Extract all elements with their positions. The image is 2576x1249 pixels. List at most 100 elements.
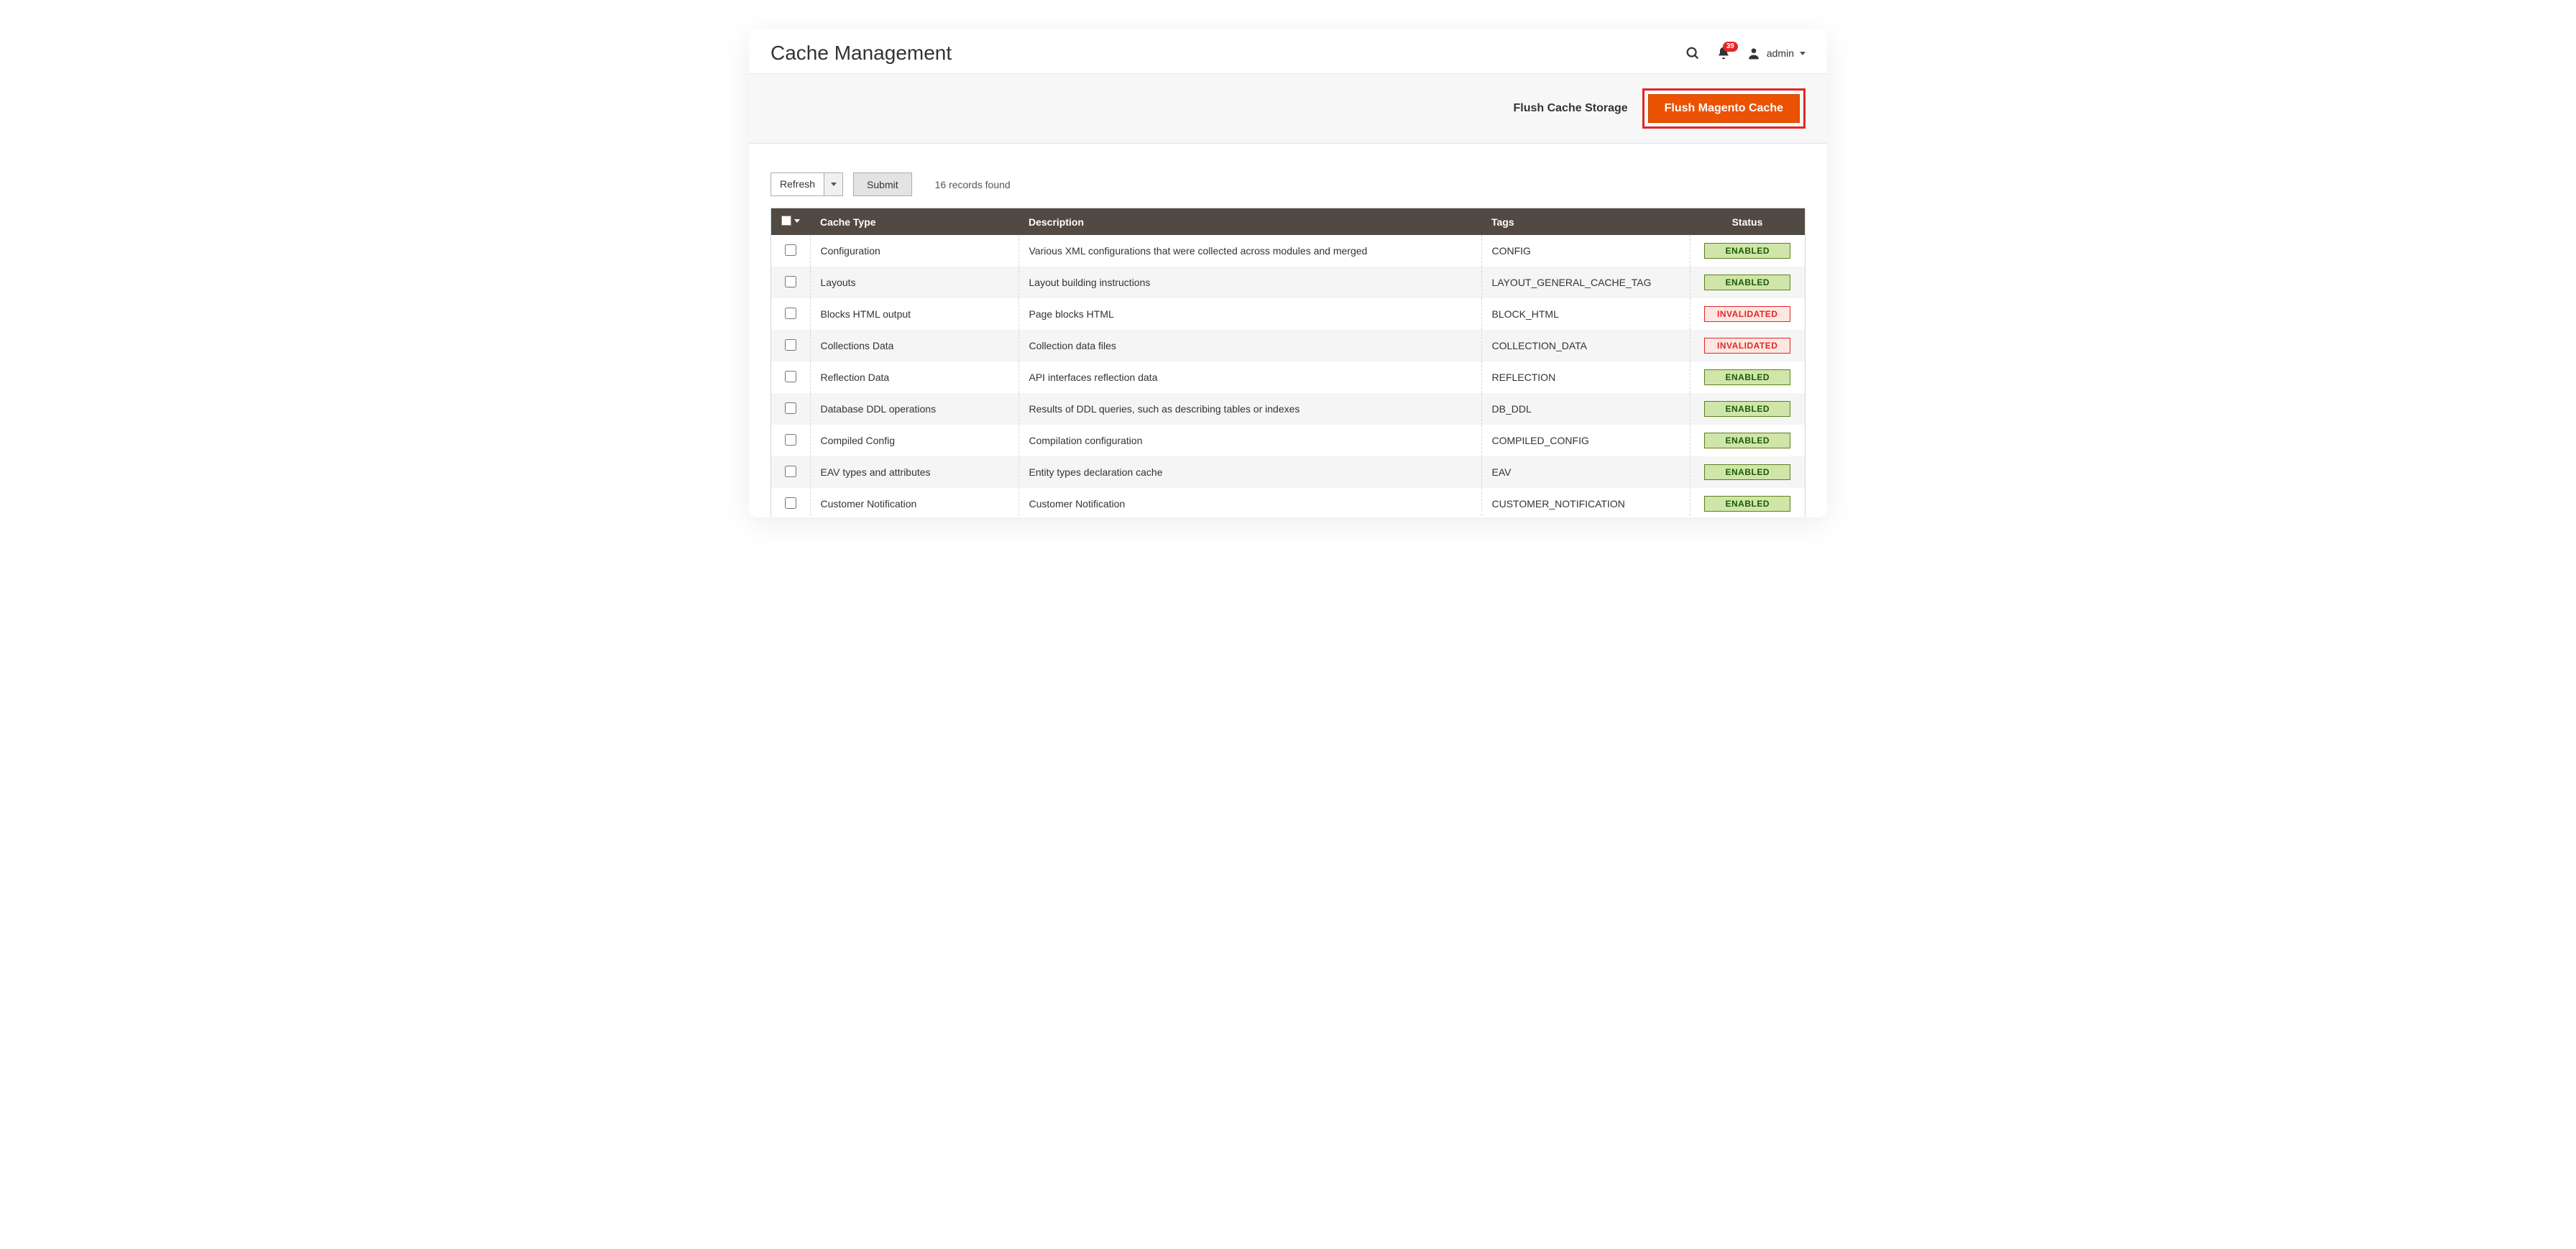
cell-cache-type: Reflection Data — [810, 361, 1018, 393]
cell-cache-type: Configuration — [810, 235, 1018, 267]
cell-tags: EAV — [1481, 456, 1690, 488]
cell-cache-type: EAV types and attributes — [810, 456, 1018, 488]
row-checkbox[interactable] — [785, 434, 796, 446]
row-checkbox-cell — [771, 425, 810, 456]
table-row: Compiled ConfigCompilation configuration… — [771, 425, 1805, 456]
cell-description: Entity types declaration cache — [1018, 456, 1481, 488]
header-cache-type[interactable]: Cache Type — [810, 208, 1018, 235]
checkbox-icon — [781, 216, 791, 226]
row-checkbox[interactable] — [785, 466, 796, 477]
row-checkbox[interactable] — [785, 308, 796, 319]
cell-cache-type: Layouts — [810, 267, 1018, 298]
cell-status: ENABLED — [1690, 361, 1805, 393]
cell-tags: COLLECTION_DATA — [1481, 330, 1690, 361]
cell-description: Various XML configurations that were col… — [1018, 235, 1481, 267]
page-header: Cache Management 39 adm — [749, 29, 1827, 73]
mass-action-select[interactable]: Refresh — [770, 172, 843, 196]
status-badge: ENABLED — [1704, 433, 1790, 448]
table-row: Customer NotificationCustomer Notificati… — [771, 488, 1805, 517]
chevron-down-icon[interactable] — [824, 173, 842, 195]
status-badge: ENABLED — [1704, 243, 1790, 259]
cell-tags: CONFIG — [1481, 235, 1690, 267]
row-checkbox-cell — [771, 361, 810, 393]
page-title: Cache Management — [770, 42, 952, 65]
status-badge: ENABLED — [1704, 401, 1790, 417]
table-row: Database DDL operationsResults of DDL qu… — [771, 393, 1805, 425]
chevron-down-icon — [1800, 52, 1806, 55]
cell-tags: BLOCK_HTML — [1481, 298, 1690, 330]
header-actions: 39 admin — [1685, 45, 1806, 61]
cell-status: INVALIDATED — [1690, 298, 1805, 330]
table-row: LayoutsLayout building instructionsLAYOU… — [771, 267, 1805, 298]
row-checkbox[interactable] — [785, 339, 796, 351]
row-checkbox-cell — [771, 488, 810, 517]
row-checkbox[interactable] — [785, 402, 796, 414]
header-select-all[interactable] — [771, 208, 810, 235]
user-icon — [1747, 46, 1761, 60]
cell-tags: LAYOUT_GENERAL_CACHE_TAG — [1481, 267, 1690, 298]
cell-cache-type: Blocks HTML output — [810, 298, 1018, 330]
row-checkbox-cell — [771, 330, 810, 361]
cell-status: ENABLED — [1690, 267, 1805, 298]
status-badge: INVALIDATED — [1704, 338, 1790, 354]
table-row: Blocks HTML outputPage blocks HTMLBLOCK_… — [771, 298, 1805, 330]
flush-magento-cache-button[interactable]: Flush Magento Cache — [1648, 94, 1800, 123]
header-description[interactable]: Description — [1018, 208, 1481, 235]
status-badge: ENABLED — [1704, 464, 1790, 480]
notification-count-badge: 39 — [1723, 42, 1738, 52]
submit-button[interactable]: Submit — [853, 172, 912, 196]
header-status[interactable]: Status — [1690, 208, 1805, 235]
row-checkbox-cell — [771, 267, 810, 298]
cell-cache-type: Compiled Config — [810, 425, 1018, 456]
row-checkbox[interactable] — [785, 244, 796, 256]
notifications-icon[interactable]: 39 — [1716, 46, 1731, 60]
cell-description: Compilation configuration — [1018, 425, 1481, 456]
status-badge: ENABLED — [1704, 496, 1790, 512]
cell-description: Layout building instructions — [1018, 267, 1481, 298]
cell-status: INVALIDATED — [1690, 330, 1805, 361]
row-checkbox-cell — [771, 393, 810, 425]
flush-cache-storage-button[interactable]: Flush Cache Storage — [1513, 102, 1627, 115]
admin-username: admin — [1767, 47, 1794, 59]
row-checkbox[interactable] — [785, 371, 796, 382]
records-found-label: 16 records found — [935, 179, 1011, 190]
cell-tags: DB_DDL — [1481, 393, 1690, 425]
status-badge: ENABLED — [1704, 275, 1790, 290]
action-bar: Flush Cache Storage Flush Magento Cache — [749, 73, 1827, 144]
flush-magento-cache-highlight: Flush Magento Cache — [1642, 88, 1806, 129]
row-checkbox-cell — [771, 456, 810, 488]
cell-status: ENABLED — [1690, 393, 1805, 425]
chevron-down-icon — [794, 219, 800, 223]
cell-cache-type: Database DDL operations — [810, 393, 1018, 425]
cell-description: Customer Notification — [1018, 488, 1481, 517]
cell-cache-type: Collections Data — [810, 330, 1018, 361]
cell-tags: CUSTOMER_NOTIFICATION — [1481, 488, 1690, 517]
table-row: Collections DataCollection data filesCOL… — [771, 330, 1805, 361]
status-badge: ENABLED — [1704, 369, 1790, 385]
cache-grid: Cache Type Description Tags Status Confi… — [770, 208, 1806, 517]
cell-tags: COMPILED_CONFIG — [1481, 425, 1690, 456]
cell-description: API interfaces reflection data — [1018, 361, 1481, 393]
cell-status: ENABLED — [1690, 488, 1805, 517]
grid-toolbar: Refresh Submit 16 records found — [749, 144, 1827, 208]
mass-action-selected-label: Refresh — [771, 173, 824, 195]
header-tags[interactable]: Tags — [1481, 208, 1690, 235]
row-checkbox-cell — [771, 235, 810, 267]
cell-status: ENABLED — [1690, 425, 1805, 456]
row-checkbox[interactable] — [785, 276, 796, 287]
table-row: Reflection DataAPI interfaces reflection… — [771, 361, 1805, 393]
cell-cache-type: Customer Notification — [810, 488, 1018, 517]
cell-description: Results of DDL queries, such as describi… — [1018, 393, 1481, 425]
status-badge: INVALIDATED — [1704, 306, 1790, 322]
cell-description: Collection data files — [1018, 330, 1481, 361]
table-row: EAV types and attributesEntity types dec… — [771, 456, 1805, 488]
cell-status: ENABLED — [1690, 456, 1805, 488]
cell-tags: REFLECTION — [1481, 361, 1690, 393]
row-checkbox-cell — [771, 298, 810, 330]
cell-description: Page blocks HTML — [1018, 298, 1481, 330]
row-checkbox[interactable] — [785, 497, 796, 509]
table-row: ConfigurationVarious XML configurations … — [771, 235, 1805, 267]
cell-status: ENABLED — [1690, 235, 1805, 267]
admin-account-menu[interactable]: admin — [1747, 46, 1806, 60]
search-icon[interactable] — [1685, 45, 1701, 61]
